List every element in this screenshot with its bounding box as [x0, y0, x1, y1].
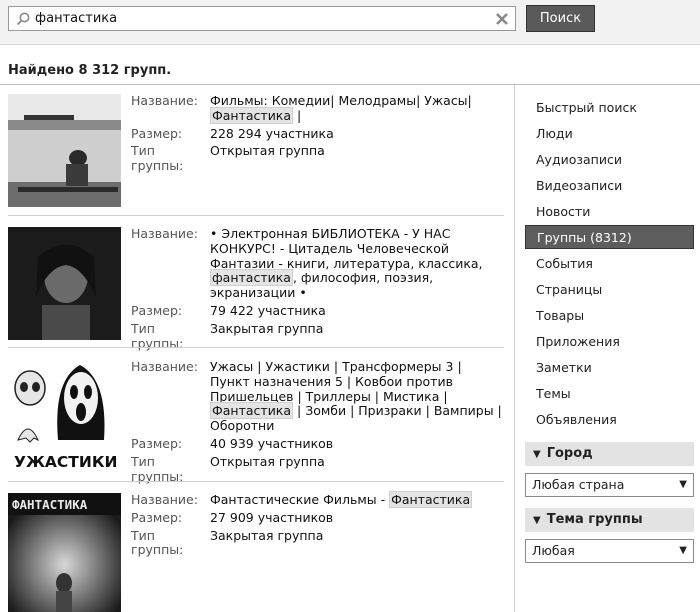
list-item: Название: Фильмы: Комедии| Мелодрамы| Уж…	[8, 93, 504, 208]
sidebar-item-goods[interactable]: Товары	[525, 304, 694, 328]
divider	[0, 84, 700, 85]
highlight: Фантастика	[210, 106, 294, 124]
group-avatar[interactable]: УЖАСТИКИ	[8, 360, 121, 473]
group-info: Название: Фантастические Фильмы - Фантас…	[131, 491, 503, 561]
city-select-value: Любая страна	[532, 477, 625, 492]
sidebar-item-apps[interactable]: Приложения	[525, 330, 694, 354]
group-type: Закрытая группа	[210, 527, 324, 543]
search-icon	[16, 12, 30, 26]
list-item: Название: • Электронная БИБЛИОТЕКА - У Н…	[8, 226, 504, 350]
group-name[interactable]: Фильмы: Комедии| Мелодрамы| Ужасы| Фанта…	[210, 93, 503, 124]
group-type: Открытая группа	[210, 143, 325, 159]
name-label: Название:	[131, 359, 198, 374]
name-label: Название:	[131, 492, 198, 507]
size-label: Размер:	[131, 125, 183, 141]
type-label: Тип группы:	[131, 453, 184, 484]
filter-topic-header[interactable]: ▼ Тема группы	[525, 508, 694, 532]
sidebar-item-video[interactable]: Видеозаписи	[525, 174, 694, 198]
topic-select[interactable]: Любая ▼	[525, 539, 694, 563]
type-label: Тип группы:	[131, 527, 184, 558]
sidebar-item-groups[interactable]: Группы (8312)	[525, 225, 694, 249]
topic-select-value: Любая	[532, 543, 575, 558]
group-size: 27 909 участников	[210, 509, 334, 525]
search-box[interactable]	[8, 6, 516, 31]
group-avatar[interactable]	[8, 227, 121, 340]
highlight: Фантастика	[210, 402, 294, 420]
search-bar: Поиск	[0, 0, 700, 45]
sidebar-item-topics[interactable]: Темы	[525, 382, 694, 406]
group-info: Название: Фильмы: Комедии| Мелодрамы| Уж…	[131, 93, 503, 177]
triangle-down-icon: ▼	[533, 449, 541, 460]
group-name[interactable]: Ужасы | Ужастики | Трансформеры 3 | Пунк…	[210, 359, 503, 434]
divider	[514, 85, 515, 612]
thumb-caption: ФАНТАСТИКА	[12, 497, 88, 512]
sidebar-item-news[interactable]: Новости	[525, 200, 694, 224]
group-size: 228 294 участника	[210, 125, 334, 141]
group-size: 40 939 участников	[210, 435, 334, 451]
group-name[interactable]: • Электронная БИБЛИОТЕКА - У НАС КОНКУРС…	[210, 226, 503, 301]
group-info: Название: • Электронная БИБЛИОТЕКА - У Н…	[131, 226, 503, 354]
group-name[interactable]: Фантастические Фильмы - Фантастика	[210, 491, 503, 508]
sidebar-item-audio[interactable]: Аудиозаписи	[525, 148, 694, 172]
group-type: Открытая группа	[210, 453, 325, 469]
sidebar-item-events[interactable]: События	[525, 252, 694, 276]
filter-city-label: Город	[546, 446, 593, 461]
results-count: Найдено 8 312 групп.	[8, 63, 172, 78]
chevron-down-icon: ▼	[679, 479, 687, 490]
sidebar-item-quick-search[interactable]: Быстрый поиск	[525, 96, 694, 120]
size-label: Размер:	[131, 509, 183, 525]
filter-city-header[interactable]: ▼ Город	[525, 442, 694, 466]
size-label: Размер:	[131, 302, 183, 318]
sidebar-item-people[interactable]: Люди	[525, 122, 694, 146]
sidebar-item-notes[interactable]: Заметки	[525, 356, 694, 380]
list-item: УЖАСТИКИ Название: Ужасы | Ужастики | Тр…	[8, 359, 504, 483]
sidebar-item-ads[interactable]: Объявления	[525, 408, 694, 432]
chevron-down-icon: ▼	[679, 545, 687, 556]
divider	[8, 481, 504, 482]
triangle-down-icon: ▼	[533, 515, 541, 526]
name-label: Название:	[131, 93, 198, 108]
size-label: Размер:	[131, 435, 183, 451]
divider	[8, 347, 504, 348]
group-size: 79 422 участника	[210, 302, 326, 318]
divider	[8, 215, 504, 216]
highlight: фантастика	[210, 269, 293, 287]
group-info: Название: Ужасы | Ужастики | Трансформер…	[131, 359, 503, 487]
highlight: Фантастика	[389, 491, 473, 508]
search-button[interactable]: Поиск	[526, 5, 595, 32]
sidebar-item-pages[interactable]: Страницы	[525, 278, 694, 302]
list-item: ФАНТАСТИКА Название: Фантастические Филь…	[8, 491, 504, 612]
type-label: Тип группы:	[131, 143, 184, 174]
thumb-caption: УЖАСТИКИ	[14, 453, 117, 471]
clear-icon[interactable]	[495, 12, 509, 26]
filter-topic-label: Тема группы	[546, 512, 643, 527]
group-avatar[interactable]	[8, 94, 121, 207]
group-avatar[interactable]: ФАНТАСТИКА	[8, 493, 121, 612]
search-input[interactable]	[35, 9, 485, 28]
city-select[interactable]: Любая страна ▼	[525, 473, 694, 497]
name-label: Название:	[131, 226, 198, 241]
